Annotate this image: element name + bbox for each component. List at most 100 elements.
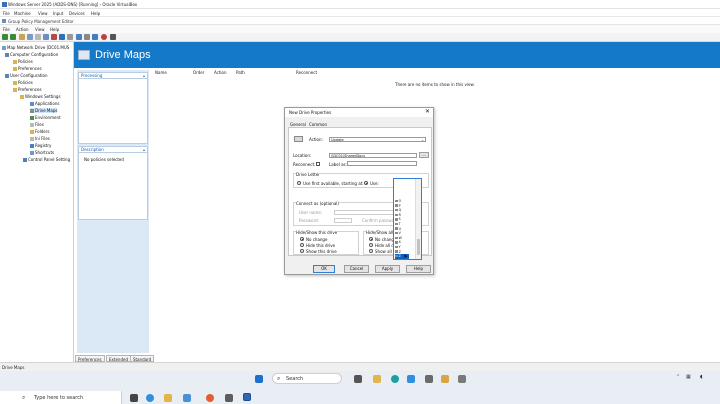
menu-view[interactable]: View — [35, 27, 45, 32]
no-change-radio[interactable] — [300, 237, 304, 241]
show-all-radio[interactable] — [369, 249, 373, 253]
vbox-menu-file[interactable]: File — [3, 11, 10, 16]
guest-search-box[interactable]: ⌕ Search — [272, 373, 342, 384]
refresh-icon[interactable] — [76, 34, 82, 40]
apply-button[interactable]: Apply — [375, 265, 400, 273]
description-header[interactable]: Description ▴ — [79, 147, 147, 153]
tree-computer-configuration[interactable]: Computer Configuration — [5, 52, 58, 57]
col-reconnect[interactable]: Reconnect — [296, 70, 317, 75]
filter-icon[interactable] — [84, 34, 90, 40]
tab-extended[interactable]: Extended — [106, 355, 131, 362]
chevron-up-icon[interactable]: ⌃ — [676, 374, 680, 380]
tree-shortcuts[interactable]: Shortcuts — [30, 150, 54, 155]
host-search-box[interactable]: ⌕ Type here to search — [0, 391, 122, 404]
file-explorer-icon[interactable] — [164, 394, 172, 402]
properties-icon[interactable] — [35, 34, 41, 40]
vbox-menu-devices[interactable]: Devices — [69, 11, 85, 16]
password-field[interactable] — [334, 218, 352, 223]
dialog-title: New Drive Properties — [289, 110, 332, 115]
terminal-icon[interactable] — [225, 394, 233, 402]
processing-header[interactable]: Processing ▴ — [79, 73, 147, 79]
tree-applications[interactable]: Applications — [30, 101, 59, 106]
virtualbox-vm-icon[interactable] — [243, 393, 251, 401]
action-select[interactable]: Update ⌄ — [329, 137, 426, 142]
tree-ini-files[interactable]: Ini Files — [30, 136, 50, 141]
forward-icon[interactable] — [10, 34, 16, 40]
server-manager-icon[interactable] — [425, 375, 433, 383]
stop-icon[interactable] — [101, 34, 107, 40]
use-radio[interactable] — [364, 181, 368, 185]
edge-icon[interactable] — [146, 394, 154, 402]
network-icon[interactable]: ▦ — [686, 374, 691, 380]
tab-preferences[interactable]: Preferences — [75, 355, 105, 362]
tree-drive-maps[interactable]: Drive Maps — [30, 108, 58, 113]
tree-environment[interactable]: Environment — [30, 115, 61, 120]
back-icon[interactable] — [2, 34, 8, 40]
task-view-icon[interactable] — [130, 394, 138, 402]
gpme-taskbar-icon[interactable] — [458, 375, 466, 383]
delete-icon[interactable] — [67, 34, 73, 40]
user-name-field[interactable] — [334, 210, 398, 215]
col-action[interactable]: Action — [214, 70, 227, 75]
show-hide-tree-icon[interactable] — [27, 34, 33, 40]
chevron-up-icon[interactable]: ▴ — [143, 147, 145, 152]
folder-icon[interactable] — [441, 375, 449, 383]
vbox-menu-view[interactable]: View — [38, 11, 48, 16]
firefox-icon[interactable] — [206, 394, 214, 402]
chevron-up-icon[interactable]: ▴ — [143, 73, 145, 78]
task-view-icon[interactable] — [354, 375, 362, 383]
mail-icon[interactable] — [183, 394, 191, 402]
cancel-button[interactable]: Cancel — [344, 265, 369, 273]
tree-cc-preferences[interactable]: Preferences — [13, 66, 42, 71]
speaker-icon[interactable]: ◖ — [700, 374, 703, 380]
tree-root[interactable]: Map Network Drive [DC01.MUS — [2, 45, 69, 50]
tree-windows-settings[interactable]: Windows Settings — [20, 94, 61, 99]
status-text: Drive Maps — [2, 365, 25, 370]
tree-control-panel-settings[interactable]: Control Panel Setting — [23, 157, 70, 162]
tree-folders[interactable]: Folders — [30, 129, 49, 134]
move-up-icon[interactable] — [92, 34, 98, 40]
browse-button[interactable]: ... — [419, 152, 429, 158]
dropdown-scrollbar-thumb[interactable] — [417, 239, 420, 255]
tree-registry[interactable]: Registry — [30, 143, 51, 148]
export-icon[interactable] — [43, 34, 49, 40]
list-header: Name Order Action Path Reconnect — [150, 70, 720, 76]
no-change-all-radio[interactable] — [369, 237, 373, 241]
store-icon[interactable] — [407, 375, 415, 383]
menu-help[interactable]: Help — [50, 27, 59, 32]
tree-files[interactable]: Files — [30, 122, 44, 127]
file-explorer-icon[interactable] — [373, 375, 381, 383]
show-drive-radio[interactable] — [300, 249, 304, 253]
vbox-menu-help[interactable]: Help — [91, 11, 100, 16]
dropdown-scrollbar[interactable] — [415, 179, 421, 259]
tab-standard[interactable]: Standard — [130, 355, 155, 362]
close-icon[interactable]: ✕ — [425, 108, 430, 115]
up-folder-icon[interactable] — [19, 34, 25, 40]
use-first-available-radio[interactable] — [297, 181, 301, 185]
drive-letter-dropdown[interactable]: OPQRSTUVWXYZZ — [393, 178, 422, 260]
menu-action[interactable]: Action — [16, 27, 29, 32]
col-name[interactable]: Name — [155, 70, 167, 75]
vbox-menu-input[interactable]: Input — [53, 11, 63, 16]
add-icon[interactable] — [110, 34, 116, 40]
new-item-icon[interactable] — [59, 34, 65, 40]
ok-button[interactable]: OK — [313, 265, 335, 273]
hide-drive-radio[interactable] — [300, 243, 304, 247]
reconnect-checkbox[interactable] — [316, 162, 320, 166]
tree-uc-policies[interactable]: Policies — [13, 80, 33, 85]
edge-icon[interactable] — [391, 375, 399, 383]
help-icon[interactable] — [51, 34, 57, 40]
no-change-label: No change — [306, 237, 328, 242]
hide-all-radio[interactable] — [369, 243, 373, 247]
tree-uc-preferences[interactable]: Preferences — [13, 87, 42, 92]
vbox-menu-machine[interactable]: Machine — [14, 11, 31, 16]
col-order[interactable]: Order — [193, 70, 204, 75]
label-as-field[interactable] — [347, 161, 417, 166]
tree-cc-policies[interactable]: Policies — [13, 59, 33, 64]
col-path[interactable]: Path — [236, 70, 245, 75]
menu-file[interactable]: File — [3, 27, 10, 32]
location-field[interactable]: \\DC01\SharedDocs — [329, 153, 417, 158]
windows-start-icon[interactable] — [255, 375, 263, 383]
help-button[interactable]: Help — [406, 265, 431, 273]
tree-user-configuration[interactable]: User Configuration — [5, 73, 48, 78]
